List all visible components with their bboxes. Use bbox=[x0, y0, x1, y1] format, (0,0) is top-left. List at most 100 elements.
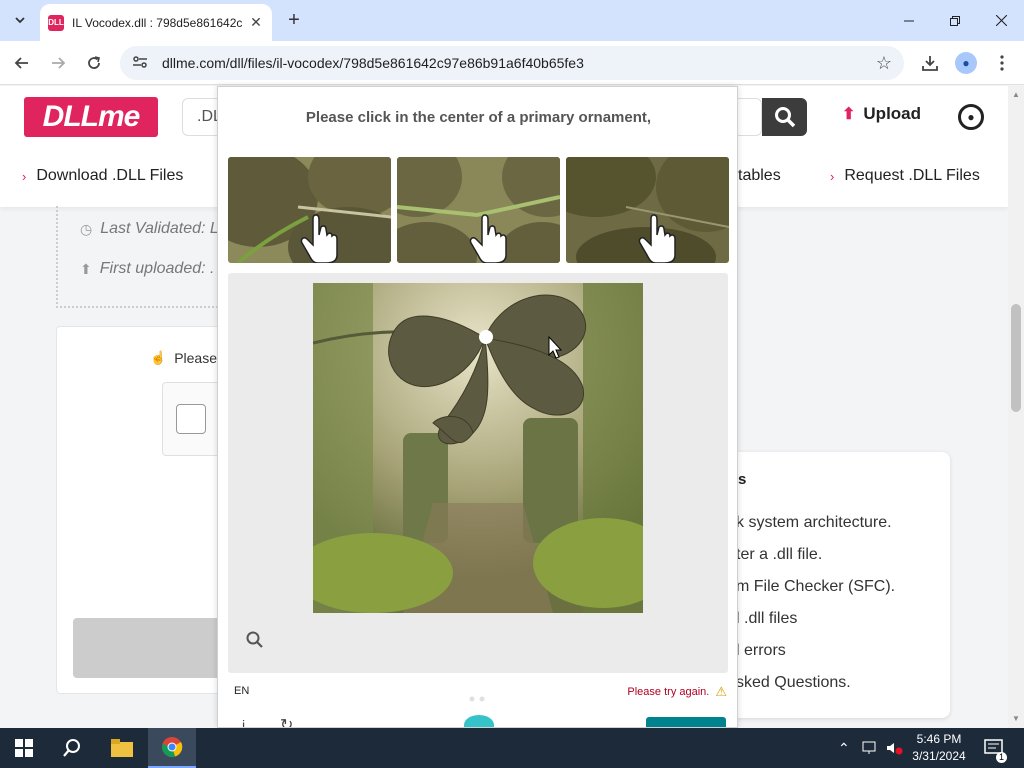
site-logo[interactable]: DLLme bbox=[24, 97, 158, 137]
profile-avatar-icon: ● bbox=[955, 52, 977, 74]
last-validated-row: ◷ Last Validated: L bbox=[80, 220, 219, 238]
chevron-right-icon: › bbox=[22, 168, 27, 184]
back-button[interactable] bbox=[10, 51, 34, 75]
scroll-up-icon[interactable]: ▲ bbox=[1012, 90, 1020, 99]
account-icon[interactable]: ● bbox=[958, 104, 984, 130]
help-link[interactable]: l .dll files bbox=[736, 610, 797, 628]
dllme-favicon-icon: DLL bbox=[48, 14, 64, 31]
downloads-button[interactable] bbox=[918, 51, 942, 75]
minimize-button[interactable] bbox=[886, 0, 932, 41]
windows-logo-icon bbox=[15, 739, 33, 757]
chevron-down-icon bbox=[15, 17, 25, 24]
help-link[interactable]: sked Questions. bbox=[736, 674, 851, 692]
nav-executables[interactable]: tables bbox=[738, 167, 781, 185]
hcaptcha-challenge: Please click in the center of a primary … bbox=[217, 86, 738, 728]
refresh-icon[interactable]: ↻ bbox=[280, 715, 293, 727]
chevron-right-icon: › bbox=[830, 168, 835, 184]
windows-taskbar: ⌃ 5:46 PM 3/31/2024 1 bbox=[0, 728, 1024, 768]
tray-chevron-up-icon[interactable]: ⌃ bbox=[838, 728, 850, 768]
folder-icon bbox=[111, 739, 133, 757]
chrome-icon bbox=[162, 737, 183, 757]
example-image bbox=[228, 157, 391, 263]
reload-icon bbox=[88, 56, 100, 69]
progress-dots bbox=[468, 689, 488, 702]
scroll-thumb[interactable] bbox=[1011, 304, 1021, 412]
start-button[interactable] bbox=[0, 728, 48, 768]
tab-title: IL Vocodex.dll : 798d5e861642c bbox=[72, 15, 243, 30]
verify-label: ☝ Please bbox=[150, 350, 217, 366]
profile-button[interactable]: ● bbox=[954, 51, 978, 75]
new-tab-button[interactable]: + bbox=[282, 8, 306, 32]
file-explorer-button[interactable] bbox=[98, 728, 146, 768]
notification-badge: 1 bbox=[996, 752, 1007, 763]
restore-icon bbox=[950, 15, 960, 26]
help-link[interactable]: m File Checker (SFC). bbox=[736, 578, 895, 596]
browser-tab[interactable]: DLL IL Vocodex.dll : 798d5e861642c ✕ bbox=[40, 4, 272, 41]
chrome-taskbar-button[interactable] bbox=[148, 728, 196, 768]
first-uploaded-text: First uploaded: . bbox=[99, 260, 215, 277]
help-link[interactable]: k system architecture. bbox=[736, 514, 892, 532]
browser-toolbar: dllme.com/dll/files/il-vocodex/798d5e861… bbox=[0, 41, 1024, 85]
language-selector[interactable]: EN bbox=[234, 685, 249, 697]
hcaptcha-logo-icon bbox=[464, 715, 494, 727]
captcha-error: Please try again. ⚠ bbox=[627, 684, 727, 700]
nav-label: Download .DLL Files bbox=[36, 167, 184, 184]
help-link[interactable]: ter a .dll file. bbox=[736, 546, 822, 564]
close-window-button[interactable] bbox=[978, 0, 1024, 41]
verify-button[interactable] bbox=[646, 717, 726, 727]
clock-time: 5:46 PM bbox=[916, 732, 962, 746]
reload-button[interactable] bbox=[82, 51, 106, 75]
download-button-disabled[interactable] bbox=[73, 618, 223, 678]
tab-close-icon[interactable]: ✕ bbox=[248, 14, 264, 31]
nav-download-dll[interactable]: › Download .DLL Files bbox=[22, 167, 183, 185]
info-icon[interactable]: i bbox=[242, 717, 245, 727]
minimize-icon bbox=[904, 20, 914, 21]
first-uploaded-row: ⬆ First uploaded: . bbox=[80, 260, 214, 278]
upload-button[interactable]: ⬆ Upload bbox=[842, 104, 921, 124]
last-validated-text: Last Validated: L bbox=[100, 220, 219, 237]
search-icon bbox=[774, 107, 795, 128]
nav-request-dll[interactable]: › Request .DLL Files bbox=[830, 167, 980, 185]
volume-muted-icon[interactable] bbox=[886, 728, 904, 768]
search-button[interactable] bbox=[762, 98, 807, 136]
search-icon bbox=[63, 739, 80, 757]
search-taskbar-button[interactable] bbox=[48, 728, 96, 768]
address-bar[interactable]: dllme.com/dll/files/il-vocodex/798d5e861… bbox=[120, 46, 904, 80]
captcha-prompt: Please click in the center of a primary … bbox=[305, 109, 652, 126]
zoom-icon[interactable] bbox=[246, 631, 264, 654]
hand-pointer-icon: ☝ bbox=[150, 350, 167, 365]
notification-center-icon[interactable]: 1 bbox=[984, 728, 1007, 768]
page-scrollbar[interactable]: ▲ ▼ bbox=[1008, 86, 1024, 728]
help-link[interactable]: l errors bbox=[736, 642, 786, 660]
nav-label: Request .DLL Files bbox=[844, 167, 980, 184]
scroll-down-icon[interactable]: ▼ bbox=[1012, 714, 1020, 723]
nav-label: tables bbox=[738, 167, 781, 184]
error-text: Please try again. bbox=[627, 686, 710, 698]
forward-button[interactable] bbox=[46, 51, 70, 75]
upload-icon: ⬆ bbox=[842, 106, 856, 123]
taskbar-clock[interactable]: 5:46 PM 3/31/2024 bbox=[906, 731, 972, 765]
restore-button[interactable] bbox=[932, 0, 978, 41]
example-image bbox=[566, 157, 729, 263]
clock-icon: ◷ bbox=[80, 220, 93, 237]
network-icon[interactable] bbox=[862, 728, 880, 768]
arrow-left-icon bbox=[14, 57, 28, 69]
browser-menu-button[interactable] bbox=[990, 51, 1014, 75]
url-text[interactable]: dllme.com/dll/files/il-vocodex/798d5e861… bbox=[162, 55, 584, 71]
upload-label: Upload bbox=[863, 104, 922, 123]
download-icon bbox=[922, 56, 938, 71]
arrow-right-icon bbox=[52, 57, 66, 69]
help-card-title: s bbox=[738, 471, 747, 488]
kebab-menu-icon bbox=[1000, 55, 1004, 71]
warning-icon: ⚠ bbox=[715, 684, 727, 699]
bookmark-star-icon[interactable]: ☆ bbox=[876, 53, 892, 74]
captcha-task-image[interactable] bbox=[313, 283, 643, 613]
close-icon bbox=[995, 15, 1007, 26]
browser-tab-bar: DLL IL Vocodex.dll : 798d5e861642c ✕ + bbox=[0, 0, 1024, 41]
upload-icon: ⬆ bbox=[80, 260, 92, 277]
example-image bbox=[397, 157, 560, 263]
tab-search-button[interactable] bbox=[8, 8, 32, 32]
captcha-checkbox[interactable] bbox=[176, 404, 206, 434]
captcha-task-area bbox=[228, 273, 728, 673]
site-settings-icon[interactable] bbox=[132, 55, 148, 72]
